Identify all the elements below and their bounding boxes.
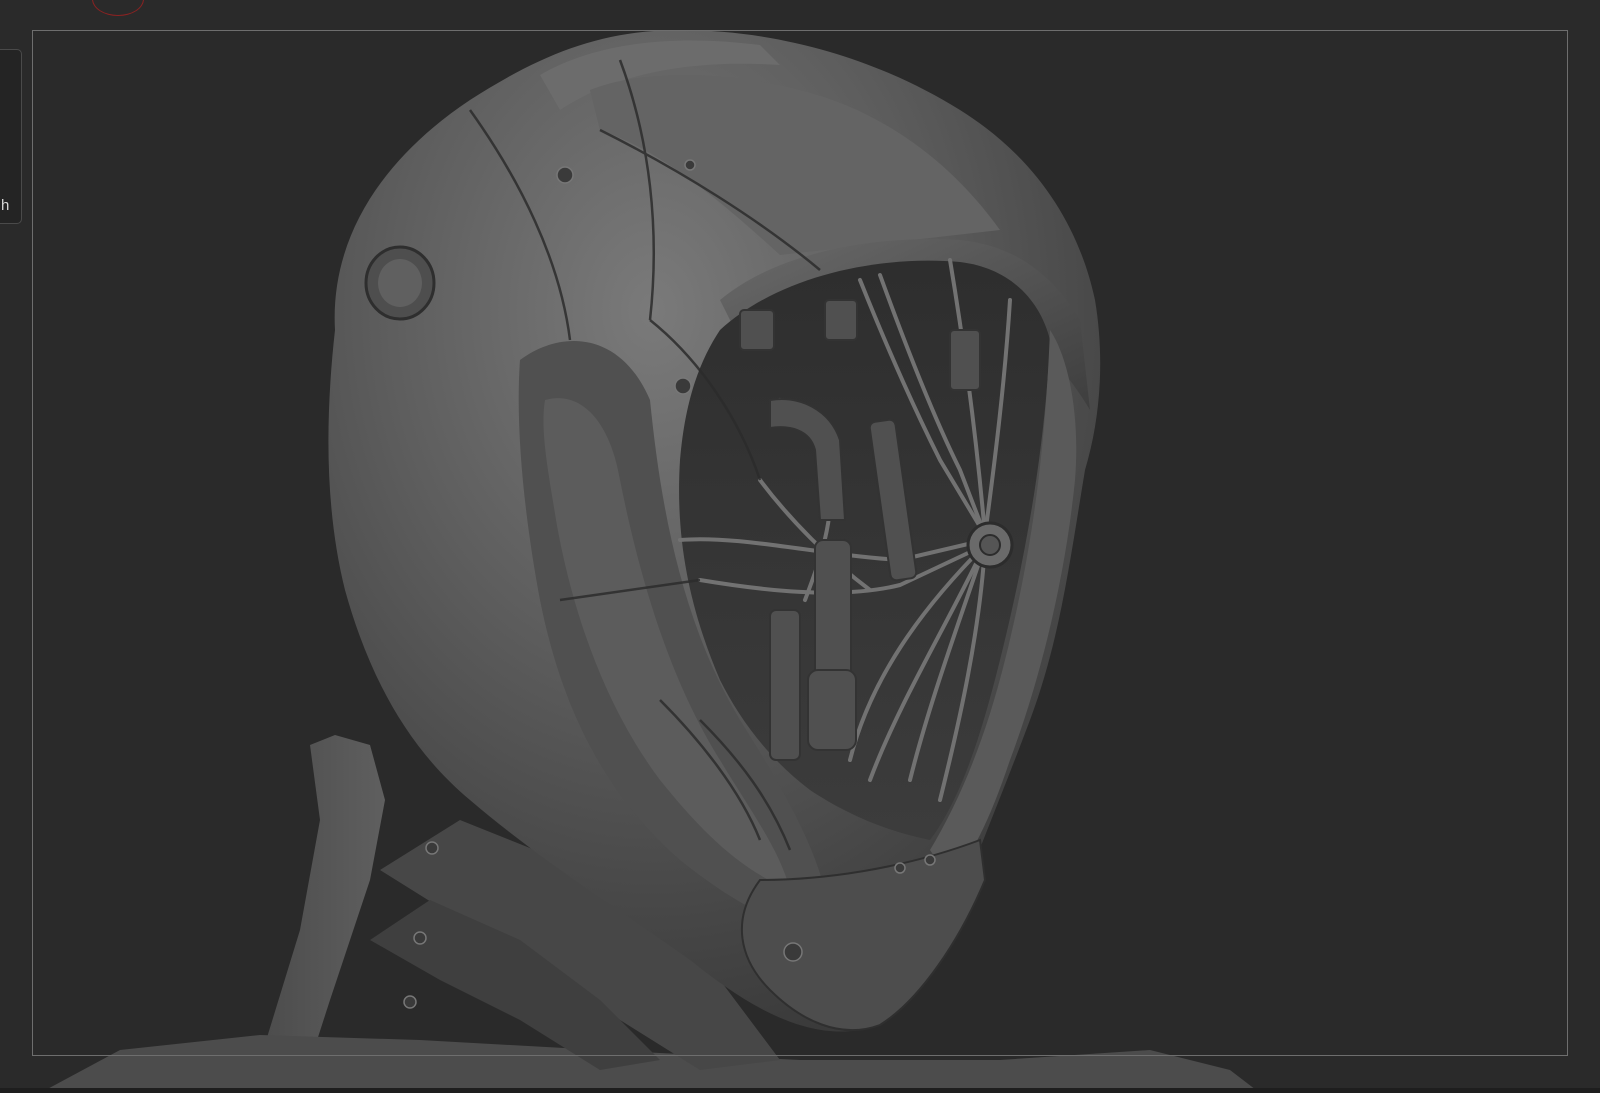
chest-plate [40, 1035, 1260, 1093]
left-side-tray-tab[interactable]: h [0, 49, 22, 224]
sculpt-model-render [40, 30, 1260, 1093]
3d-viewport[interactable] [0, 0, 1600, 1093]
bottom-edge-divider [0, 1088, 1600, 1093]
record-indicator-icon[interactable] [92, 0, 144, 16]
zbrush-canvas-window: h [0, 0, 1600, 1093]
side-tab-label: h [1, 197, 10, 214]
top-toolbar-strip [0, 0, 1600, 18]
